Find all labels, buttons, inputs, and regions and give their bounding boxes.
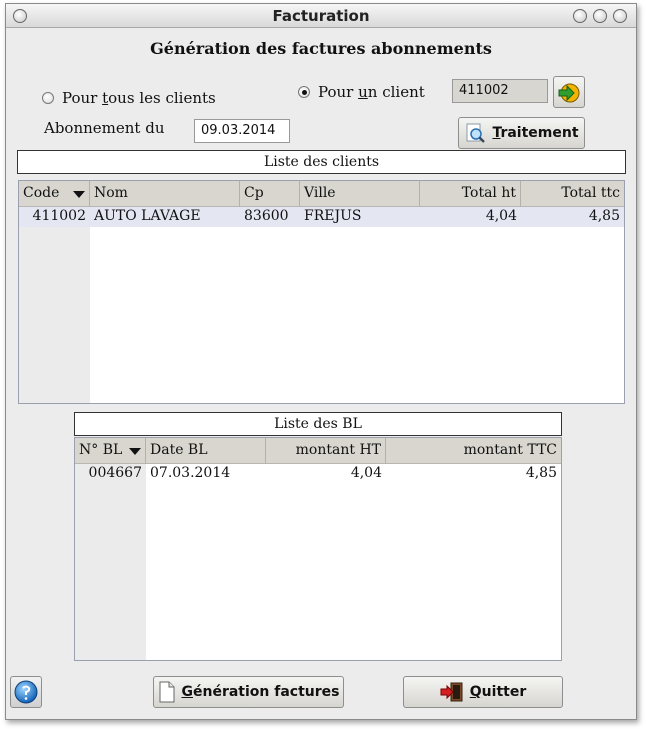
client-code-field[interactable]: 411002	[452, 79, 548, 103]
cell-total-ht: 4,04	[485, 208, 517, 224]
traitement-button[interactable]: Traitement	[458, 117, 585, 149]
cell-cp: 83600	[244, 208, 289, 224]
clients-list-title: Liste des clients	[17, 150, 626, 174]
radio-one-client-label: Pour un client	[318, 83, 425, 101]
traitement-label: Traitement	[492, 125, 579, 141]
clients-grid[interactable]: Code Nom Cp Ville Total ht Total ttc 411…	[18, 180, 625, 404]
quitter-label: Quitter	[469, 684, 527, 700]
col-montant-ttc-header[interactable]: montant TTC	[386, 438, 561, 463]
bl-grid[interactable]: N° BL Date BL montant HT montant TTC 004…	[74, 437, 562, 661]
cell-montant-ht: 4,04	[350, 465, 382, 481]
table-row[interactable]: 411002 AUTO LAVAGE 83600 FREJUS 4,04 4,8…	[19, 207, 624, 227]
col-cp-header[interactable]: Cp	[240, 181, 300, 206]
help-globe-icon	[14, 680, 38, 704]
cell-ville: FREJUS	[304, 208, 362, 224]
cell-nom: AUTO LAVAGE	[94, 208, 201, 224]
document-icon	[159, 681, 174, 703]
minimize-icon[interactable]	[573, 9, 587, 23]
col-ville-header[interactable]: Ville	[300, 181, 420, 206]
generation-factures-button[interactable]: Génération factures	[153, 676, 344, 708]
title-bar: Facturation	[6, 4, 636, 28]
quitter-button[interactable]: Quitter	[403, 676, 563, 708]
magnifier-icon	[466, 123, 486, 143]
exit-door-icon	[440, 682, 463, 702]
cell-code: 411002	[32, 208, 86, 224]
subscription-label: Abonnement du	[44, 119, 165, 137]
sort-arrow-icon[interactable]	[73, 191, 85, 198]
page-title: Génération des factures abonnements	[150, 39, 492, 58]
col-total-ht-header[interactable]: Total ht	[420, 181, 521, 206]
cell-total-ttc: 4,85	[588, 208, 620, 224]
sort-arrow-icon[interactable]	[129, 448, 141, 455]
generation-factures-label: Génération factures	[181, 684, 340, 700]
radio-one-client[interactable]: Pour un client	[298, 83, 425, 101]
subscription-date-field[interactable]: 09.03.2014	[194, 119, 290, 143]
col-date-bl-header[interactable]: Date BL	[146, 438, 266, 463]
col-nom-header[interactable]: Nom	[90, 181, 240, 206]
bl-list-title: Liste des BL	[74, 412, 562, 436]
col-montant-ht-header[interactable]: montant HT	[266, 438, 386, 463]
radio-all-clients[interactable]: Pour tous les clients	[42, 89, 216, 107]
col-num-bl-header[interactable]: N° BL	[75, 438, 146, 463]
radio-all-clients-indicator[interactable]	[42, 92, 54, 104]
arrow-right-circle-icon	[558, 83, 580, 103]
radio-one-client-indicator[interactable]	[298, 86, 310, 98]
table-row[interactable]: 004667 07.03.2014 4,04 4,85	[75, 464, 561, 484]
help-button[interactable]	[10, 676, 42, 708]
clients-grid-header: Code Nom Cp Ville Total ht Total ttc	[19, 181, 624, 207]
cell-montant-ttc: 4,85	[525, 465, 557, 481]
window-title: Facturation	[272, 7, 370, 25]
close-icon[interactable]	[613, 9, 627, 23]
col-total-ttc-header[interactable]: Total ttc	[521, 181, 624, 206]
radio-all-clients-label: Pour tous les clients	[62, 89, 216, 107]
go-client-button[interactable]	[553, 76, 585, 108]
maximize-icon[interactable]	[593, 9, 607, 23]
cell-num-bl: 004667	[88, 465, 142, 481]
col-code-header[interactable]: Code	[19, 181, 90, 206]
facturation-window: Facturation Génération des factures abon…	[5, 3, 637, 720]
bl-grid-header: N° BL Date BL montant HT montant TTC	[75, 438, 561, 464]
cell-date-bl: 07.03.2014	[150, 465, 231, 481]
